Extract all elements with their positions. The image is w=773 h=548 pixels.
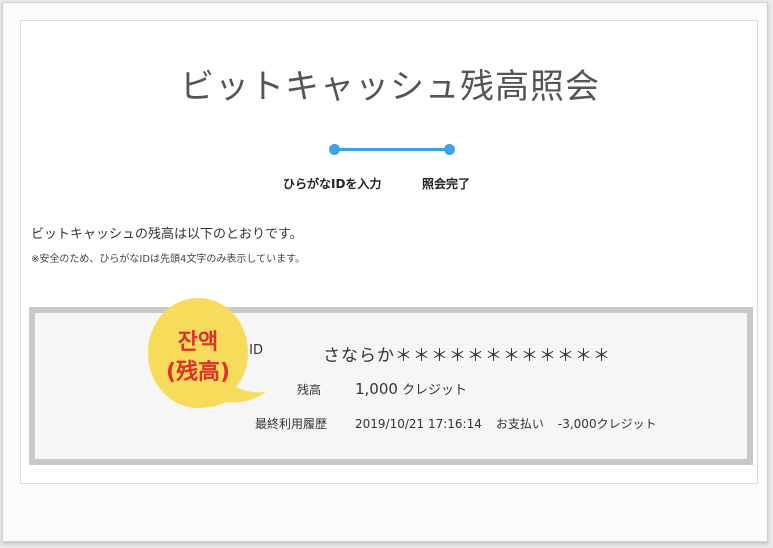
balance-unit: クレジット [401, 383, 467, 398]
last-usage-value: 2019/10/21 17:16:14 お支払い -3,000クレジット [355, 415, 671, 432]
progress-steps: ひらがなIDを入力 照会完了 [21, 141, 759, 201]
annotation-line-japanese: (残高) [165, 360, 231, 385]
last-usage-datetime: 2019/10/21 17:16:14 [355, 417, 482, 431]
page-background: ビットキャッシュ残高照会 ひらがなIDを入力 照会完了 ビットキャッシュの残高は… [2, 2, 768, 542]
annotation-speech-bubble: 잔액 (残高) [148, 296, 268, 424]
security-note: ※安全のため、ひらがなIDは先頭4文字のみ表示しています。 [31, 254, 306, 265]
step-label-complete: 照会完了 [422, 177, 471, 191]
hiragana-id-value: さならか＊＊＊＊＊＊＊＊＊＊＊＊ [323, 346, 611, 366]
step-dot-input [329, 144, 340, 155]
page-title: ビットキャッシュ残高照会 [180, 67, 600, 107]
last-usage-amount: -3,000クレジット [557, 417, 657, 431]
annotation-line-korean: 잔액 [177, 330, 219, 355]
balance-amount: 1,000 [355, 380, 398, 398]
content-panel: ビットキャッシュ残高照会 ひらがなIDを入力 照会完了 ビットキャッシュの残高は… [20, 20, 758, 484]
result-lead-text: ビットキャッシュの残高は以下のとおりです。 [31, 227, 303, 242]
balance-result-box: ID さならか＊＊＊＊＊＊＊＊＊＊＊＊ 残高 1,000 クレジット 最終利用履歴… [29, 307, 753, 465]
progress-line [334, 148, 449, 151]
step-dot-complete [444, 144, 455, 155]
last-usage-type: お支払い [495, 417, 544, 431]
balance-value: 1,000 クレジット [355, 379, 467, 398]
step-label-input: ひらがなIDを入力 [283, 177, 382, 191]
